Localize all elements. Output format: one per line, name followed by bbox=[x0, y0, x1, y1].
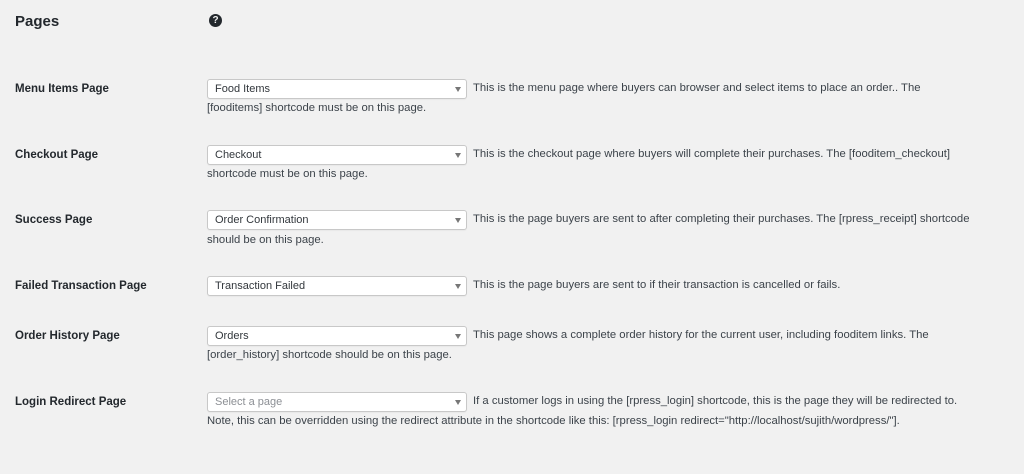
select-value: Checkout bbox=[215, 149, 262, 161]
success-page-select[interactable]: Order Confirmation bbox=[207, 210, 467, 230]
order-history-page-select[interactable]: Orders bbox=[207, 326, 467, 346]
setting-description-cont: shortcode must be on this page. bbox=[207, 168, 368, 180]
setting-description: This page shows a complete order history… bbox=[473, 329, 929, 341]
setting-label: Order History Page bbox=[15, 330, 120, 342]
setting-description: If a customer logs in using the [rpress_… bbox=[473, 395, 958, 407]
select-value: Food Items bbox=[215, 83, 271, 95]
select-value: Orders bbox=[215, 330, 249, 342]
chevron-down-icon bbox=[455, 87, 461, 92]
select-value: Order Confirmation bbox=[215, 214, 309, 226]
setting-description: This is the menu page where buyers can b… bbox=[473, 82, 921, 94]
login-redirect-page-select[interactable]: Select a page bbox=[207, 392, 467, 412]
chevron-down-icon bbox=[455, 284, 461, 289]
chevron-down-icon bbox=[455, 153, 461, 158]
section-title: Pages bbox=[15, 13, 60, 30]
select-placeholder: Select a page bbox=[215, 396, 283, 408]
setting-description-cont: [order_history] shortcode should be on t… bbox=[207, 349, 452, 361]
setting-description-cont: Note, this can be overridden using the r… bbox=[207, 415, 900, 427]
setting-description: This is the page buyers are sent to if t… bbox=[473, 279, 841, 291]
failed-transaction-page-select[interactable]: Transaction Failed bbox=[207, 276, 467, 296]
question-circle-icon[interactable]: ? bbox=[209, 14, 222, 27]
setting-description-cont: [fooditems] shortcode must be on this pa… bbox=[207, 102, 427, 114]
setting-description: This is the checkout page where buyers w… bbox=[473, 148, 951, 160]
chevron-down-icon bbox=[455, 400, 461, 405]
setting-label: Checkout Page bbox=[15, 149, 99, 161]
setting-description-cont: should be on this page. bbox=[207, 234, 324, 246]
chevron-down-icon bbox=[455, 218, 461, 223]
chevron-down-icon bbox=[455, 334, 461, 339]
setting-label: Success Page bbox=[15, 214, 93, 226]
settings-page: Pages ? Menu Items Page Food Items This … bbox=[0, 0, 1024, 474]
setting-label: Menu Items Page bbox=[15, 83, 109, 95]
setting-description: This is the page buyers are sent to afte… bbox=[473, 213, 970, 225]
menu-items-page-select[interactable]: Food Items bbox=[207, 79, 467, 99]
select-value: Transaction Failed bbox=[215, 280, 306, 292]
checkout-page-select[interactable]: Checkout bbox=[207, 145, 467, 165]
setting-label: Failed Transaction Page bbox=[15, 280, 147, 292]
setting-label: Login Redirect Page bbox=[15, 396, 127, 408]
